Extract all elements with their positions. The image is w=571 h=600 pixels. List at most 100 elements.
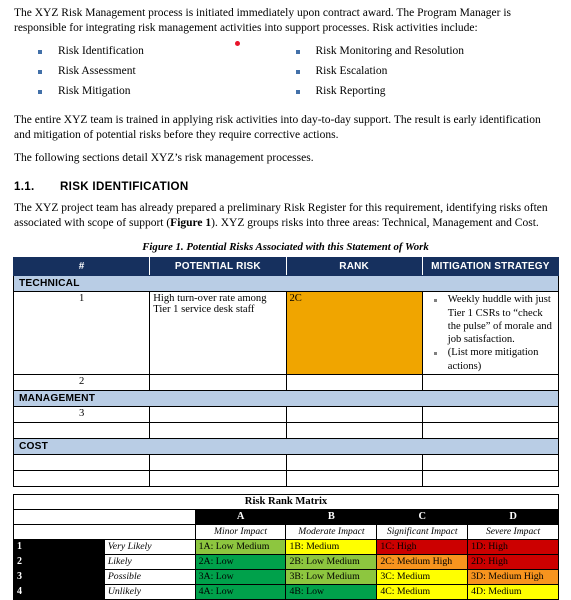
matrix-cell-2d[interactable]: 2D: High — [468, 554, 559, 569]
column-header-number: # — [14, 258, 150, 276]
list-item: Risk Assessment — [38, 65, 286, 78]
cell-rank — [286, 454, 422, 470]
matrix-column-letter-a: A — [195, 509, 286, 524]
matrix-cell-2a[interactable]: 2A: Low — [195, 554, 286, 569]
matrix-cell-3b[interactable]: 3B: Low Medium — [286, 569, 377, 584]
matrix-cell-2b[interactable]: 2B: Low Medium — [286, 554, 377, 569]
mitigation-item: Weekly huddle with just Tier 1 CSRs to “… — [426, 293, 555, 346]
matrix-row-label-3: Possible — [104, 569, 195, 584]
section-row-management: MANAGEMENT — [14, 390, 559, 406]
list-item-label: Risk Escalation — [316, 65, 388, 78]
list-item: Risk Mitigation — [38, 85, 286, 98]
square-bullet-icon — [434, 299, 437, 302]
list-item-label: Risk Monitoring and Resolution — [316, 45, 465, 58]
risk-register-table: # POTENTIAL RISK RANK MITIGATION STRATEG… — [13, 257, 559, 486]
table-row[interactable] — [14, 422, 559, 438]
matrix-row-number-3: 3 — [14, 569, 105, 584]
matrix-cell-3d[interactable]: 3D: Medium High — [468, 569, 559, 584]
matrix-cell-3c[interactable]: 3C: Medium — [377, 569, 468, 584]
risk-activities-right-column: Risk Monitoring and Resolution Risk Esca… — [286, 45, 571, 106]
team-training-paragraph: The entire XYZ team is trained in applyi… — [14, 113, 557, 143]
list-item: Risk Identification — [38, 45, 286, 58]
column-header-rank: RANK — [286, 258, 422, 276]
column-header-potential-risk: POTENTIAL RISK — [150, 258, 286, 276]
table-row[interactable] — [14, 470, 559, 486]
figure-reference[interactable]: Figure 1 — [170, 217, 211, 229]
matrix-cell-4a[interactable]: 4A: Low — [195, 584, 286, 599]
cell-mitigation-strategy — [422, 454, 558, 470]
list-item-label: Risk Assessment — [58, 65, 136, 78]
matrix-row-label-2: Likely — [104, 554, 195, 569]
matrix-cell-2c[interactable]: 2C: Medium High — [377, 554, 468, 569]
matrix-row-1: 1 Very Likely 1A: Low Medium 1B: Medium … — [14, 539, 559, 554]
square-bullet-icon — [434, 352, 437, 355]
cell-number: 3 — [14, 406, 150, 422]
matrix-corner-blank-c — [14, 524, 105, 539]
square-bullet-icon — [296, 70, 300, 74]
cell-number: 2 — [14, 374, 150, 390]
risk-rank-matrix: Risk Rank Matrix A B C D Minor Impact Mo… — [13, 494, 559, 600]
matrix-cell-1c[interactable]: 1C: High — [377, 539, 468, 554]
matrix-row-number-4: 4 — [14, 584, 105, 599]
matrix-corner-blank-d — [104, 524, 195, 539]
cell-mitigation-strategy — [422, 470, 558, 486]
matrix-title: Risk Rank Matrix — [14, 494, 559, 509]
matrix-title-row: Risk Rank Matrix — [14, 494, 559, 509]
section-heading: 1.1. RISK IDENTIFICATION — [14, 180, 557, 193]
matrix-row-number-1: 1 — [14, 539, 105, 554]
cell-number — [14, 422, 150, 438]
matrix-cell-4c[interactable]: 4C: Medium — [377, 584, 468, 599]
square-bullet-icon — [296, 50, 300, 54]
risk-register-paragraph: The XYZ project team has already prepare… — [14, 201, 557, 231]
cell-potential-risk — [150, 454, 286, 470]
cell-rank: 2C — [286, 292, 422, 374]
comment-anchor-dot[interactable] — [235, 41, 240, 46]
list-item: Risk Monitoring and Resolution — [296, 45, 571, 58]
cell-mitigation-strategy: Weekly huddle with just Tier 1 CSRs to “… — [422, 292, 558, 374]
table-row[interactable]: 2 — [14, 374, 559, 390]
mitigation-item-label: (List more mitigation actions) — [448, 346, 555, 372]
table-row[interactable]: 3 — [14, 406, 559, 422]
column-header-mitigation-strategy: MITIGATION STRATEGY — [422, 258, 558, 276]
figure-caption: Figure 1. Potential Risks Associated wit… — [14, 241, 557, 253]
matrix-cell-1a[interactable]: 1A: Low Medium — [195, 539, 286, 554]
list-item-label: Risk Reporting — [316, 85, 386, 98]
matrix-impact-label-a: Minor Impact — [195, 524, 286, 539]
intro-paragraph: The XYZ Risk Management process is initi… — [14, 0, 557, 36]
matrix-corner-blank-b — [104, 509, 195, 524]
matrix-cell-1d[interactable]: 1D: High — [468, 539, 559, 554]
mitigation-item: (List more mitigation actions) — [426, 346, 555, 372]
risk-register-text-post: ). XYZ groups risks into three areas: Te… — [211, 217, 539, 229]
matrix-corner-blank-a — [14, 509, 105, 524]
mitigation-list: Weekly huddle with just Tier 1 CSRs to “… — [426, 293, 555, 372]
section-label: TECHNICAL — [14, 276, 559, 292]
cell-mitigation-strategy — [422, 406, 558, 422]
matrix-row-label-4: Unlikely — [104, 584, 195, 599]
square-bullet-icon — [296, 90, 300, 94]
document-page: The XYZ Risk Management process is initi… — [0, 0, 571, 582]
section-heading-title: RISK IDENTIFICATION — [60, 180, 189, 193]
matrix-impact-label-c: Significant Impact — [377, 524, 468, 539]
square-bullet-icon — [38, 70, 42, 74]
matrix-row-label-1: Very Likely — [104, 539, 195, 554]
cell-potential-risk — [150, 406, 286, 422]
risk-activities-left-column: Risk Identification Risk Assessment Risk… — [0, 45, 286, 106]
cell-rank — [286, 470, 422, 486]
matrix-impact-label-b: Moderate Impact — [286, 524, 377, 539]
table-header-row: # POTENTIAL RISK RANK MITIGATION STRATEG… — [14, 258, 559, 276]
matrix-column-letter-b: B — [286, 509, 377, 524]
table-row[interactable] — [14, 454, 559, 470]
table-row[interactable]: 1 High turn-over rate among Tier 1 servi… — [14, 292, 559, 374]
sections-detail-paragraph: The following sections detail XYZ’s risk… — [14, 151, 557, 166]
matrix-cell-4d[interactable]: 4D: Medium — [468, 584, 559, 599]
cell-rank — [286, 422, 422, 438]
matrix-row-2: 2 Likely 2A: Low 2B: Low Medium 2C: Medi… — [14, 554, 559, 569]
matrix-cell-1b[interactable]: 1B: Medium — [286, 539, 377, 554]
cell-potential-risk — [150, 470, 286, 486]
section-heading-number: 1.1. — [14, 180, 60, 193]
cell-potential-risk: High turn-over rate among Tier 1 service… — [150, 292, 286, 374]
cell-number — [14, 454, 150, 470]
matrix-cell-4b[interactable]: 4B: Low — [286, 584, 377, 599]
mitigation-item-label: Weekly huddle with just Tier 1 CSRs to “… — [448, 293, 555, 346]
matrix-cell-3a[interactable]: 3A: Low — [195, 569, 286, 584]
